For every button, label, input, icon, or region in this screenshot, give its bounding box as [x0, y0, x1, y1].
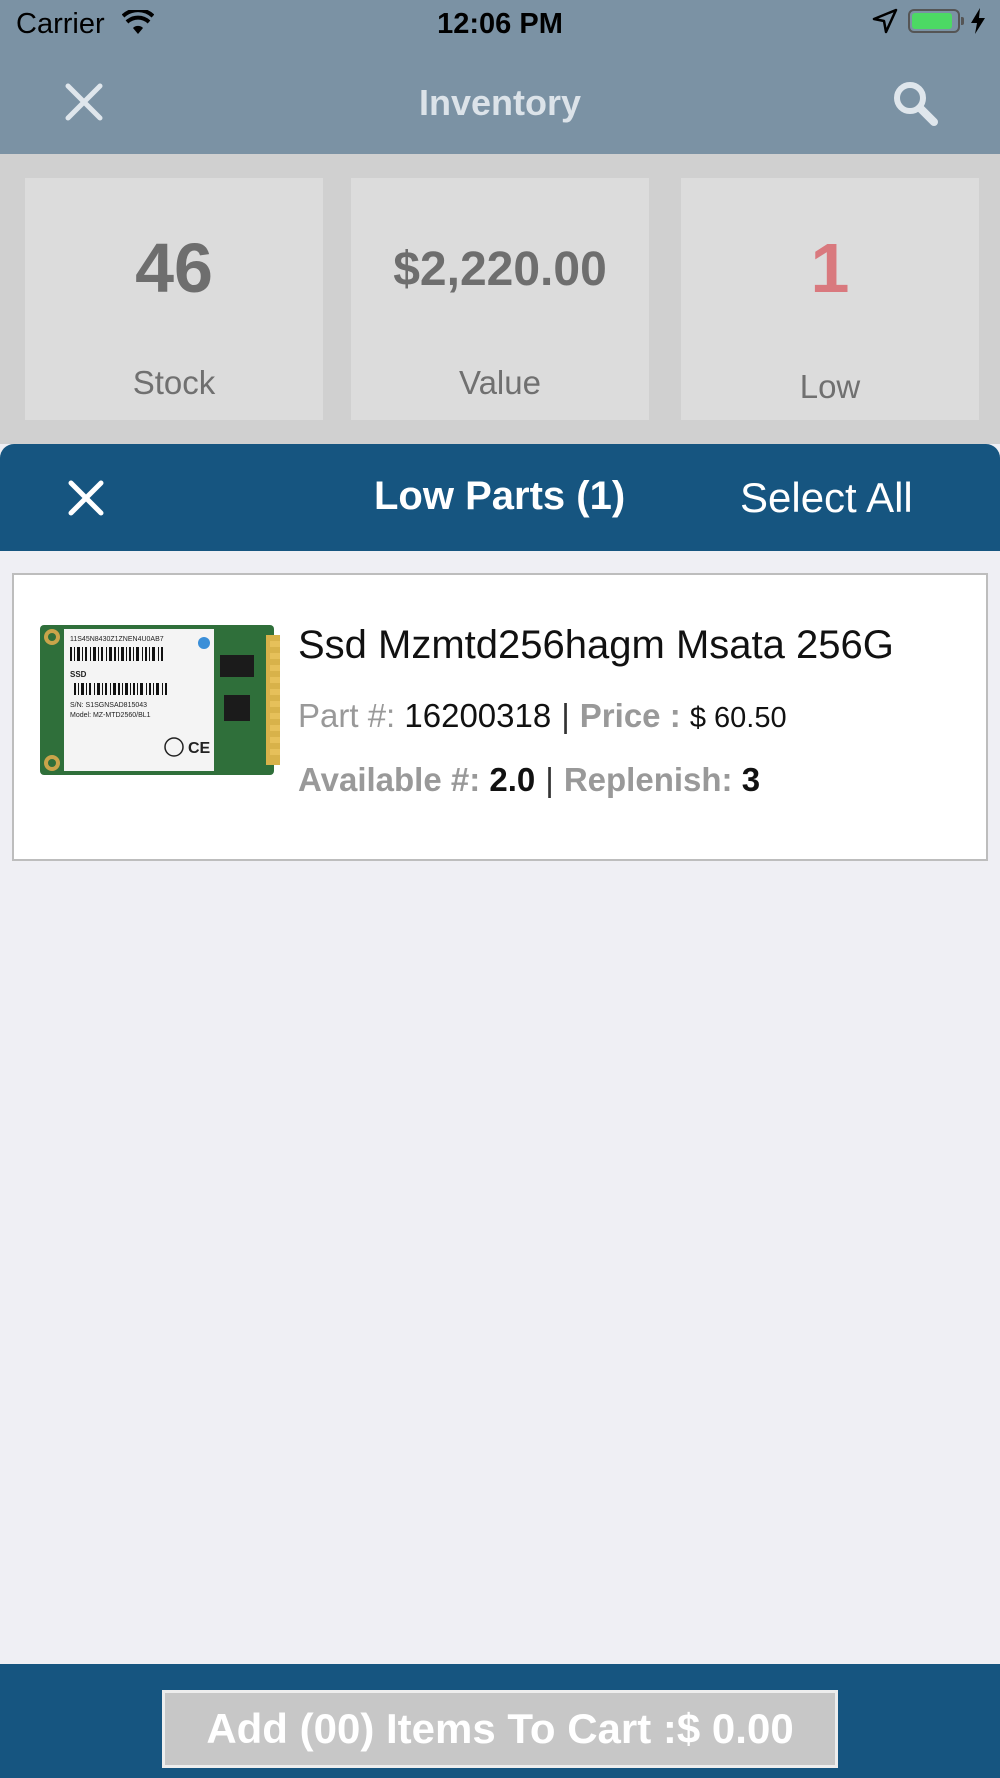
available-label: Available #:	[298, 761, 481, 798]
search-icon[interactable]	[890, 78, 940, 133]
separator: |	[561, 697, 570, 734]
label-line-4: SSD	[70, 670, 87, 679]
value-label: Value	[459, 364, 541, 401]
status-right-icons	[872, 8, 986, 34]
add-to-cart-button[interactable]: Add (00) Items To Cart :$ 0.00	[162, 1690, 838, 1768]
part-name: Ssd Mzmtd256hagm Msata 256G	[298, 623, 894, 667]
low-value: 1	[810, 229, 850, 307]
page-title: Inventory	[418, 82, 582, 123]
replenish-value: 3	[741, 761, 761, 798]
low-label: Low	[799, 368, 861, 405]
location-arrow-icon	[872, 8, 898, 34]
part-number-value: 16200318	[404, 697, 552, 734]
status-bar: Carrier 12:06 PM	[0, 0, 1000, 50]
part-details-line-1: Part #: 16200318 | Price : $ 60.50	[298, 697, 787, 735]
footer-bar: Add (00) Items To Cart :$ 0.00	[0, 1664, 1000, 1778]
stats-area: 46 Stock $2,220.00 Value 1 Low	[0, 154, 1000, 444]
available-value: 2.0	[489, 761, 536, 798]
app-header: Inventory	[0, 50, 1000, 154]
replenish-label: Replenish:	[563, 761, 733, 798]
part-details-line-2: Available #: 2.0 | Replenish: 3	[298, 761, 760, 799]
label-mark: CE	[188, 740, 211, 757]
price-value: $ 60.50	[689, 702, 787, 734]
select-all-button[interactable]: Select All	[740, 474, 913, 522]
label-line-1: 11S45N8430Z1ZNEN4U0AB7	[70, 636, 164, 643]
stock-value: 46	[135, 229, 213, 307]
value-card[interactable]: $2,220.00 Value	[351, 178, 649, 420]
close-panel-icon[interactable]	[66, 478, 106, 523]
panel-title: Low Parts (1)	[374, 474, 626, 518]
label-line-2: S/N: S1SGNSAD815043	[70, 702, 147, 709]
part-image: 11S45N8430Z1ZNEN4U0AB7 S/N: S1SGNSAD8150…	[34, 595, 290, 841]
battery-icon	[908, 9, 964, 33]
price-label: Price :	[579, 697, 681, 734]
low-card[interactable]: 1 Low	[681, 178, 979, 420]
part-number-label: Part #:	[298, 697, 396, 734]
status-time: 12:06 PM	[437, 8, 563, 40]
list-item[interactable]: 11S45N8430Z1ZNEN4U0AB7 S/N: S1SGNSAD8150…	[12, 573, 988, 861]
stock-label: Stock	[132, 364, 216, 401]
low-parts-header: Low Parts (1) Select All	[0, 444, 1000, 551]
value-amount: $2,220.00	[393, 243, 607, 296]
label-line-3: Model: MZ-MTD2560/BL1	[70, 712, 151, 719]
stock-card[interactable]: 46 Stock	[25, 178, 323, 420]
separator: |	[545, 761, 554, 798]
charging-icon	[971, 8, 985, 34]
